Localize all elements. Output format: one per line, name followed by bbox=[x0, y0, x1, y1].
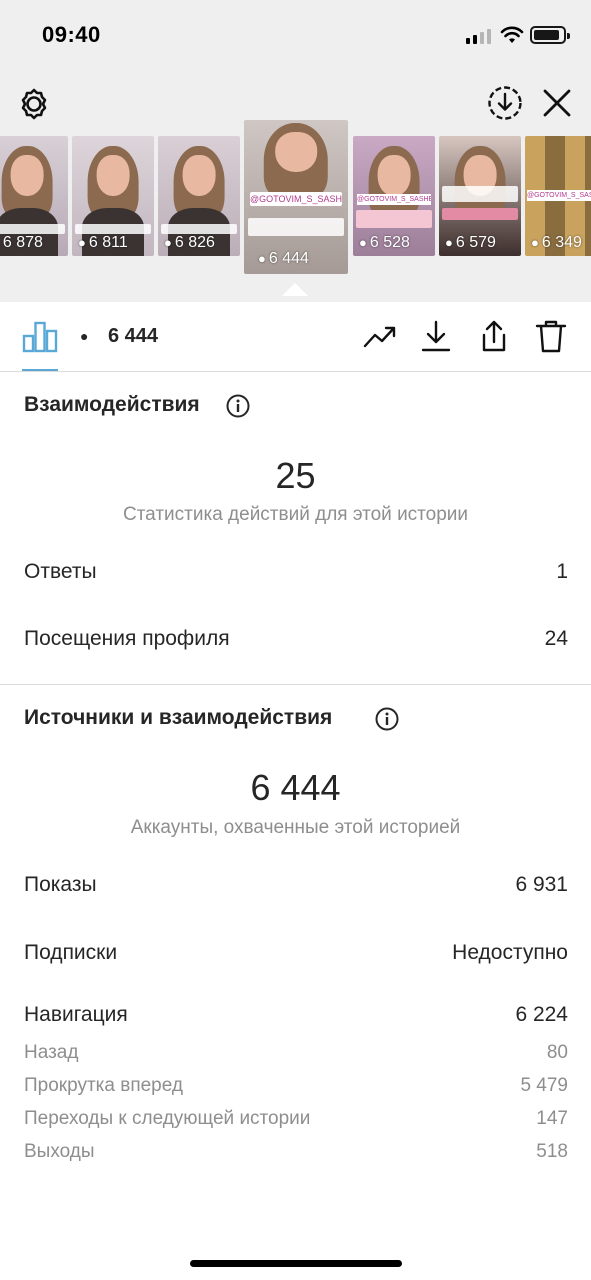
story-thumbnail[interactable]: @GOTOVIM_S_SASHEY ● 6 528 bbox=[353, 136, 435, 256]
next-story-value: 147 bbox=[536, 1108, 568, 1129]
info-icon[interactable] bbox=[226, 394, 250, 418]
story-view-count: ● 6 528 bbox=[359, 234, 410, 251]
forward-value: 5 479 bbox=[520, 1075, 568, 1096]
interactions-title: Взаимодействия bbox=[24, 393, 200, 416]
status-time: 09:40 bbox=[42, 22, 101, 47]
eye-icon: ● bbox=[531, 235, 539, 250]
story-view-count: ● 6 444 bbox=[258, 250, 309, 267]
bar-chart-icon[interactable] bbox=[22, 318, 58, 354]
eye-icon: ● bbox=[164, 235, 172, 250]
back-value: 80 bbox=[546, 1042, 568, 1063]
next-story-label: Переходы к следующей истории bbox=[24, 1108, 311, 1129]
story-thumbnail[interactable]: @GOTOVIM_S_SASHEY ●6 349 bbox=[525, 136, 591, 256]
interactions-total: 25 bbox=[275, 455, 316, 496]
story-view-count: ● 6 826 bbox=[164, 234, 215, 251]
story-thumbnail-selected[interactable]: @GOTOVIM_S_SASHEY ●6 444 bbox=[244, 120, 348, 274]
story-view-count: ● 6 579 bbox=[445, 234, 496, 251]
insights-toolbar: ● 6 444 bbox=[0, 302, 591, 372]
home-indicator[interactable] bbox=[190, 1260, 402, 1267]
download-circle-icon[interactable] bbox=[486, 84, 524, 122]
story-view-count: ● 6 811 bbox=[78, 234, 128, 251]
impressions-value: 6 931 bbox=[515, 873, 568, 896]
discovery-title: Источники и взаимодействия bbox=[24, 706, 333, 729]
interactions-subtitle: Статистика действий для этой истории bbox=[122, 504, 469, 525]
story-thumbnail[interactable]: ● 6 826 bbox=[158, 136, 240, 256]
story-thumbnail[interactable]: ● 6 811 bbox=[72, 136, 154, 256]
views-total: 6 444 bbox=[108, 325, 159, 347]
info-icon[interactable] bbox=[375, 707, 399, 731]
eye-icon: ● bbox=[445, 235, 453, 250]
eye-icon: ● bbox=[78, 235, 86, 250]
eye-icon: ● bbox=[258, 251, 266, 266]
active-tab-indicator bbox=[22, 369, 58, 371]
story-thumbnail[interactable]: ● 6 579 bbox=[439, 136, 521, 256]
story-view-count: ●6 878 bbox=[2, 234, 43, 251]
story-thumbnail[interactable]: ●6 878 bbox=[0, 136, 68, 256]
accounts-reached-total: 6 444 bbox=[250, 767, 341, 808]
navigation-label: Навигация bbox=[24, 1003, 128, 1026]
wifi-icon bbox=[500, 26, 524, 43]
story-view-count: ● 6 349 bbox=[531, 234, 582, 251]
story-caption: @GOTOVIM_S_SASHEY bbox=[527, 190, 591, 201]
selected-story-pointer bbox=[282, 283, 308, 296]
follows-label: Подписки bbox=[24, 941, 118, 964]
trending-icon[interactable] bbox=[362, 318, 398, 354]
back-label: Назад bbox=[24, 1042, 79, 1063]
download-icon[interactable] bbox=[418, 318, 454, 354]
follows-value: Недоступно bbox=[452, 941, 568, 964]
eye-icon: ● bbox=[359, 235, 367, 250]
battery-icon bbox=[530, 26, 570, 44]
section-divider bbox=[0, 684, 591, 685]
exits-label: Выходы bbox=[24, 1141, 95, 1162]
forward-label: Прокрутка вперед bbox=[24, 1075, 183, 1096]
accounts-reached-subtitle: Аккаунты, охваченные этой историей bbox=[130, 817, 461, 838]
close-icon[interactable] bbox=[540, 86, 574, 120]
stories-carousel: ●6 878 ●6 811 ●6 826 @GOTOVIM_S_SASHEY ●… bbox=[0, 120, 591, 290]
replies-label: Ответы bbox=[24, 560, 97, 583]
trash-icon[interactable] bbox=[533, 318, 569, 354]
eye-icon: ● bbox=[80, 328, 89, 344]
story-caption: @GOTOVIM_S_SASHEY bbox=[250, 192, 342, 206]
profile-visits-value: 24 bbox=[544, 627, 568, 650]
story-preview-area: 09:40 ●6 878 ●6 811 bbox=[0, 0, 591, 302]
status-bar: 09:40 bbox=[0, 0, 591, 72]
cellular-signal-icon bbox=[466, 28, 491, 44]
story-caption: @GOTOVIM_S_SASHEY bbox=[357, 194, 431, 205]
replies-value: 1 bbox=[556, 560, 568, 583]
navigation-value: 6 224 bbox=[515, 1003, 568, 1026]
gear-icon[interactable] bbox=[16, 86, 52, 122]
exits-value: 518 bbox=[536, 1141, 568, 1162]
impressions-label: Показы bbox=[24, 873, 97, 896]
profile-visits-label: Посещения профиля bbox=[24, 627, 230, 650]
share-icon[interactable] bbox=[476, 318, 512, 354]
